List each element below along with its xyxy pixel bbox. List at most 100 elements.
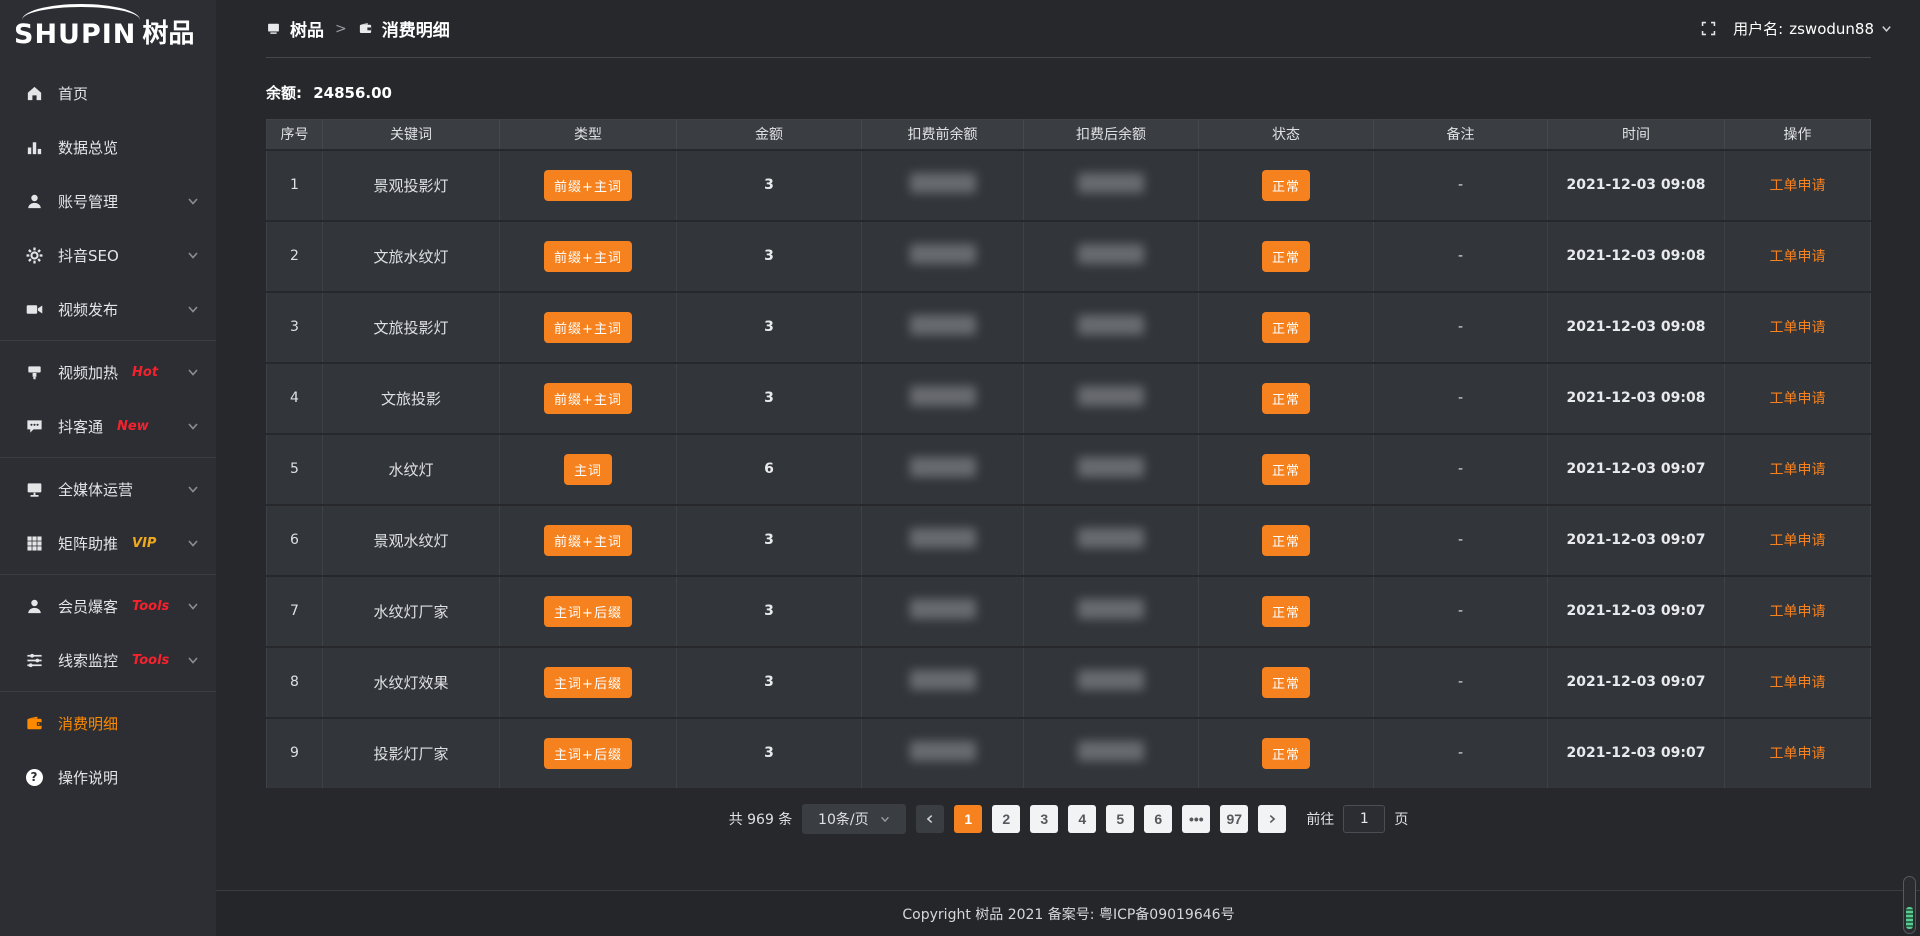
sidebar-item-video-publish[interactable]: 视频发布 [0,282,216,336]
sidebar-item-home[interactable]: 首页 [0,66,216,120]
masked-value [1078,528,1144,548]
cell-amount: 3 [677,221,862,292]
cell-amount: 3 [677,363,862,434]
scrollbar[interactable] [1903,876,1916,934]
status-badge: 正常 [1262,667,1310,698]
cell-balance-before [862,221,1024,292]
cell-balance-after [1024,363,1199,434]
sidebar-item-label: 消费明细 [58,713,118,734]
cell-time: 2021-12-03 09:08 [1548,363,1725,434]
cell-no: 4 [267,363,323,434]
cell-balance-after [1024,150,1199,221]
page-button-3[interactable]: 3 [1030,805,1058,833]
sidebar-item-video-heat[interactable]: 视频加热 Hot [0,345,216,399]
cell-keyword: 水纹灯效果 [323,647,500,718]
cell-type: 前缀+主词 [500,505,677,576]
page-button-97[interactable]: 97 [1220,805,1248,833]
scrollbar-thumb[interactable] [1906,907,1913,929]
goto-suffix: 页 [1394,809,1408,829]
breadcrumb-wallet-icon [358,21,373,36]
type-badge: 主词+后缀 [544,667,632,698]
user-menu[interactable]: 用户名: zswodun88 [1733,18,1893,39]
sidebar-divider [0,457,216,458]
sidebar-item-label: 线索监控 [58,650,118,671]
work-order-link[interactable]: 工单申请 [1770,462,1826,478]
work-order-link[interactable]: 工单申请 [1770,391,1826,407]
sidebar-item-matrix-boost[interactable]: 矩阵助推 VIP [0,516,216,570]
work-order-link[interactable]: 工单申请 [1770,746,1826,762]
chevron-right-icon [1266,813,1278,825]
work-order-link[interactable]: 工单申请 [1770,604,1826,620]
col-action: 操作 [1725,120,1871,150]
work-order-link[interactable]: 工单申请 [1770,320,1826,336]
cell-status: 正常 [1199,292,1374,363]
table-row: 8 水纹灯效果 主词+后缀 3 正常 - 2021-12-03 09:07 工单… [267,647,1871,718]
page-size-select[interactable]: 10条/页 [802,804,906,834]
cell-balance-before [862,576,1024,647]
sidebar-item-consumption-details[interactable]: 消费明细 [0,696,216,750]
sidebar-item-data-overview[interactable]: 数据总览 [0,120,216,174]
cell-status: 正常 [1199,505,1374,576]
sidebar-item-member-burst[interactable]: 会员爆客 Tools [0,579,216,633]
goto-page-input[interactable] [1343,805,1385,833]
chevron-down-icon [186,302,200,316]
cell-action: 工单申请 [1725,718,1871,789]
masked-value [910,528,976,548]
page-button-1[interactable]: 1 [954,805,982,833]
breadcrumb-separator: > [335,21,347,37]
page-button-5[interactable]: 5 [1106,805,1134,833]
table-row: 5 水纹灯 主词 6 正常 - 2021-12-03 09:07 工单申请 [267,434,1871,505]
sidebar-item-lead-monitor[interactable]: 线索监控 Tools [0,633,216,687]
sidebar-item-label: 视频发布 [58,299,118,320]
work-order-link[interactable]: 工单申请 [1770,675,1826,691]
breadcrumb-root[interactable]: 树品 [290,16,324,41]
chevron-down-icon [186,248,200,262]
cell-status: 正常 [1199,576,1374,647]
balance: 余额: 24856.00 [266,82,1871,103]
user-area: 用户名: zswodun88 [1700,18,1893,39]
breadcrumb: 树品 > 消费明细 [266,16,450,41]
page-button-2[interactable]: 2 [992,805,1020,833]
sidebar-item-all-media[interactable]: 全媒体运营 [0,462,216,516]
page-button-4[interactable]: 4 [1068,805,1096,833]
cell-no: 3 [267,292,323,363]
type-badge: 前缀+主词 [544,525,632,556]
status-badge: 正常 [1262,383,1310,414]
home-icon [24,83,44,103]
cell-balance-after [1024,221,1199,292]
masked-value [910,670,976,690]
cell-keyword: 景观投影灯 [323,150,500,221]
type-badge: 前缀+主词 [544,312,632,343]
sidebar-item-label: 会员爆客 [58,596,118,617]
more-pages-button[interactable]: ••• [1182,805,1210,833]
page-button-6[interactable]: 6 [1144,805,1172,833]
cell-balance-after [1024,505,1199,576]
work-order-link[interactable]: 工单申请 [1770,533,1826,549]
page-size-value: 10条/页 [818,809,869,829]
cell-balance-before [862,647,1024,718]
next-page-button[interactable] [1258,805,1286,833]
cell-amount: 3 [677,292,862,363]
cell-action: 工单申请 [1725,576,1871,647]
sidebar-item-douyin-seo[interactable]: 抖音SEO [0,228,216,282]
sidebar-item-label: 账号管理 [58,191,118,212]
logo-text-cn: 树品 [142,13,194,50]
work-order-link[interactable]: 工单申请 [1770,178,1826,194]
sidebar-item-instructions[interactable]: ? 操作说明 [0,750,216,804]
table-row: 6 景观水纹灯 前缀+主词 3 正常 - 2021-12-03 09:07 工单… [267,505,1871,576]
cell-type: 主词 [500,434,677,505]
breadcrumb-app-icon [266,21,281,36]
sidebar-item-douketong[interactable]: 抖客通 New [0,399,216,453]
work-order-link[interactable]: 工单申请 [1770,249,1826,265]
sidebar-item-account-management[interactable]: 账号管理 [0,174,216,228]
masked-value [910,741,976,761]
header-divider [266,57,1871,58]
chevron-left-icon [924,813,936,825]
cell-status: 正常 [1199,647,1374,718]
sidebar-item-label: 数据总览 [58,137,118,158]
prev-page-button[interactable] [916,805,944,833]
gear-icon [24,245,44,265]
cell-remark: - [1374,647,1548,718]
fullscreen-icon[interactable] [1700,20,1717,37]
username-label: 用户名: [1733,18,1783,39]
